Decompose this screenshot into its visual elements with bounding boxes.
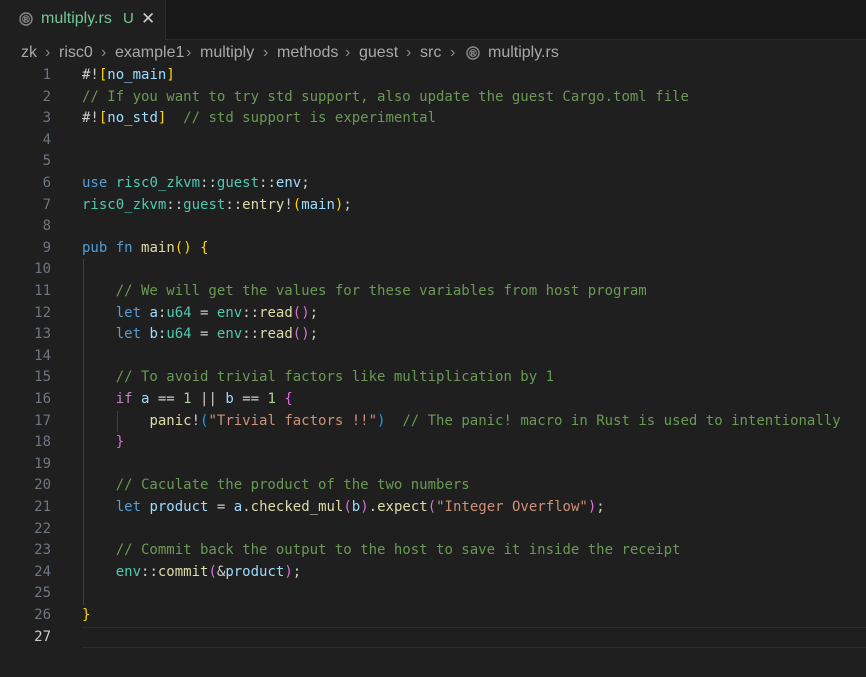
line-number: 23 [34, 542, 51, 559]
line-number: 1 [42, 67, 51, 83]
code-line: 21 let product = a.checked_mul(b).expect… [0, 497, 866, 518]
code-line: 25 [0, 583, 866, 604]
breadcrumb-item-methods[interactable]: methods [277, 44, 338, 62]
code-line: 9 pub fn main() { [0, 238, 866, 259]
chevron-right-icon: › [450, 44, 456, 61]
code-text: #![no_main] [82, 67, 175, 83]
code-text: env::commit(&product); [115, 563, 302, 580]
chevron-right-icon: › [101, 44, 107, 61]
line-number: 18 [34, 434, 51, 451]
line-number: 16 [34, 391, 51, 407]
code-text: // To avoid trivial factors like multipl… [115, 369, 555, 386]
chevron-right-icon: › [45, 44, 51, 61]
code-text: let a:u64 = env::read(); [115, 304, 319, 321]
code-text: } [82, 607, 91, 623]
code-text: // Commit back the output to the host to… [115, 542, 681, 559]
line-number: 24 [34, 563, 51, 580]
breadcrumb-item-file[interactable]: multiply.rs [488, 44, 559, 62]
breadcrumb-item-risc0[interactable]: risc0 [59, 44, 93, 62]
line-number: 25 [34, 585, 51, 602]
code-line: 6 use risc0_zkvm::guest::env; [0, 173, 866, 194]
svg-text:R: R [23, 15, 28, 23]
code-text: // We will get the values for these vari… [115, 283, 647, 299]
code-line: 22 [0, 519, 866, 540]
code-line: 19 [0, 454, 866, 475]
code-text: let b:u64 = env::read(); [115, 326, 319, 343]
line-number: 19 [34, 455, 51, 472]
line-number: 11 [34, 283, 51, 299]
line-number: 8 [42, 218, 51, 235]
svg-text:R: R [470, 49, 475, 57]
line-number: 5 [42, 153, 51, 170]
code-line: 12 let a:u64 = env::read(); [0, 303, 866, 324]
tab-multiply-rs[interactable]: R multiply.rs U ✕ [0, 0, 166, 40]
line-number: 2 [42, 88, 51, 105]
tab-bar: R multiply.rs U ✕ [0, 0, 866, 40]
code-line: 11 // We will get the values for these v… [0, 281, 866, 302]
code-line: 3 #![no_std] // std support is experiment… [0, 108, 866, 129]
breadcrumb-item-src[interactable]: src [420, 44, 441, 62]
line-number: 15 [34, 369, 51, 386]
code-editor[interactable]: 1 #![no_main] 2 // If you want to try std s… [0, 66, 866, 677]
code-text: #![no_std] // std support is experimenta… [82, 110, 437, 127]
breadcrumb-item-guest[interactable]: guest [359, 44, 398, 62]
code-line: 4 [0, 130, 866, 151]
code-line: 8 [0, 216, 866, 237]
close-icon[interactable]: ✕ [141, 9, 155, 29]
code-text: // Caculate the product of the two numbe… [115, 477, 470, 494]
line-number: 20 [34, 477, 51, 494]
code-line: 26} [0, 605, 866, 626]
git-status-badge: U [123, 10, 134, 27]
code-text: panic!("Trivial factors !!") // The pani… [149, 412, 841, 429]
code-text: // If you want to try std support, also … [82, 88, 689, 105]
line-number: 6 [42, 175, 51, 191]
code-text: if a == 1 || b == 1 { [115, 391, 293, 407]
code-line: 13 let b:u64 = env::read(); [0, 324, 866, 345]
code-line: 16 if a == 1 || b == 1 { [0, 389, 866, 410]
tab-filename: multiply.rs [41, 10, 112, 27]
line-number: 14 [34, 347, 51, 364]
code-line: 14 [0, 346, 866, 367]
chevron-right-icon: › [406, 44, 412, 61]
line-number: 27 [34, 628, 51, 645]
code-line: 23 // Commit back the output to the host… [0, 540, 866, 561]
line-number: 17 [34, 412, 51, 429]
code-line: 1 #![no_main] [0, 66, 866, 86]
breadcrumb-item-example1[interactable]: example1 [115, 44, 184, 62]
code-line: 5 [0, 151, 866, 172]
line-number: 10 [34, 261, 51, 278]
code-line: 10 [0, 259, 866, 280]
code-line: 18 } [0, 432, 866, 453]
line-number: 26 [34, 607, 51, 623]
breadcrumb-item-zk[interactable]: zk [21, 44, 37, 62]
code-line: 24 env::commit(&product); [0, 562, 866, 583]
code-line: 20 // Caculate the product of the two nu… [0, 475, 866, 496]
chevron-right-icon: › [345, 44, 351, 61]
rust-file-icon: R [19, 12, 33, 26]
code-text: use risc0_zkvm::guest::env; [82, 175, 310, 191]
code-line: 7 risc0_zkvm::guest::entry!(main); [0, 195, 866, 216]
code-text: pub fn main() { [82, 239, 209, 256]
code-line: 27 [0, 627, 866, 648]
code-line: 15 // To avoid trivial factors like mult… [0, 367, 866, 388]
breadcrumb: zk › risc0 › example1 › multiply › metho… [0, 40, 866, 66]
line-number: 13 [34, 326, 51, 343]
line-number: 4 [42, 131, 51, 148]
line-number: 22 [34, 520, 51, 537]
code-text: let product = a.checked_mul(b).expect("I… [115, 499, 605, 515]
code-line: 17 panic!("Trivial factors !!") // The p… [0, 411, 866, 432]
line-number: 9 [42, 239, 51, 256]
line-number: 12 [34, 304, 51, 321]
code-text: risc0_zkvm::guest::entry!(main); [82, 196, 352, 213]
chevron-right-icon: › [263, 44, 269, 61]
breadcrumb-item-multiply[interactable]: multiply [200, 44, 254, 62]
line-number: 7 [42, 196, 51, 213]
code-line: 2 // If you want to try std support, also… [0, 87, 866, 108]
rust-file-icon: R [466, 46, 480, 60]
line-number: 3 [42, 110, 51, 127]
chevron-right-icon: › [186, 44, 192, 61]
code-text: } [115, 434, 125, 451]
line-number: 21 [34, 499, 51, 515]
